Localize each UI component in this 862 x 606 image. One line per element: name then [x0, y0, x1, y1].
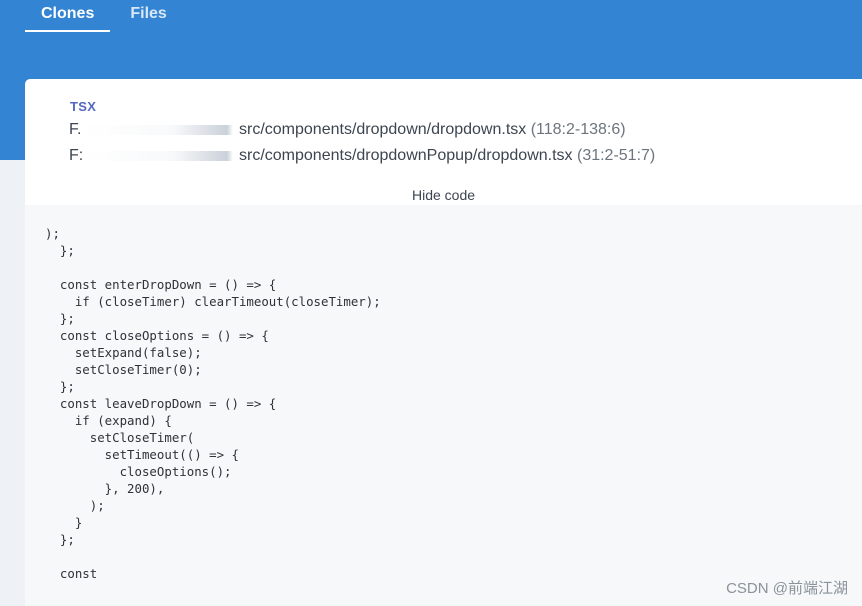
redacted-path [83, 124, 233, 135]
file-path: src/components/dropdownPopup/dropdown.ts… [239, 147, 573, 164]
file-entry[interactable]: F. src/components/dropdown/dropdown.tsx (… [69, 121, 626, 141]
code-text: ); }; const enterDropDown = () => { if (… [45, 226, 381, 581]
tab-files[interactable]: Files [114, 0, 182, 32]
file-entry[interactable]: F: src/components/dropdownPopup/dropdown.… [69, 147, 655, 167]
line-range: (118:2-138:6) [530, 121, 626, 138]
hide-code-button[interactable]: Hide code [25, 187, 862, 203]
tab-clones[interactable]: Clones [25, 0, 111, 32]
line-range: (31:2-51:7) [576, 147, 656, 164]
language-label: TSX [70, 99, 97, 114]
file-path: src/components/dropdown/dropdown.tsx [239, 121, 527, 138]
tab-bar: Clones Files [25, 0, 183, 32]
file-drive: F. [69, 121, 82, 138]
redacted-path [83, 150, 233, 161]
code-block: ); }; const enterDropDown = () => { if (… [25, 205, 862, 606]
clone-card: TSX F. src/components/dropdown/dropdown.t… [25, 79, 862, 606]
watermark: CSDN @前端江湖 [726, 580, 848, 597]
file-drive: F: [69, 147, 84, 164]
